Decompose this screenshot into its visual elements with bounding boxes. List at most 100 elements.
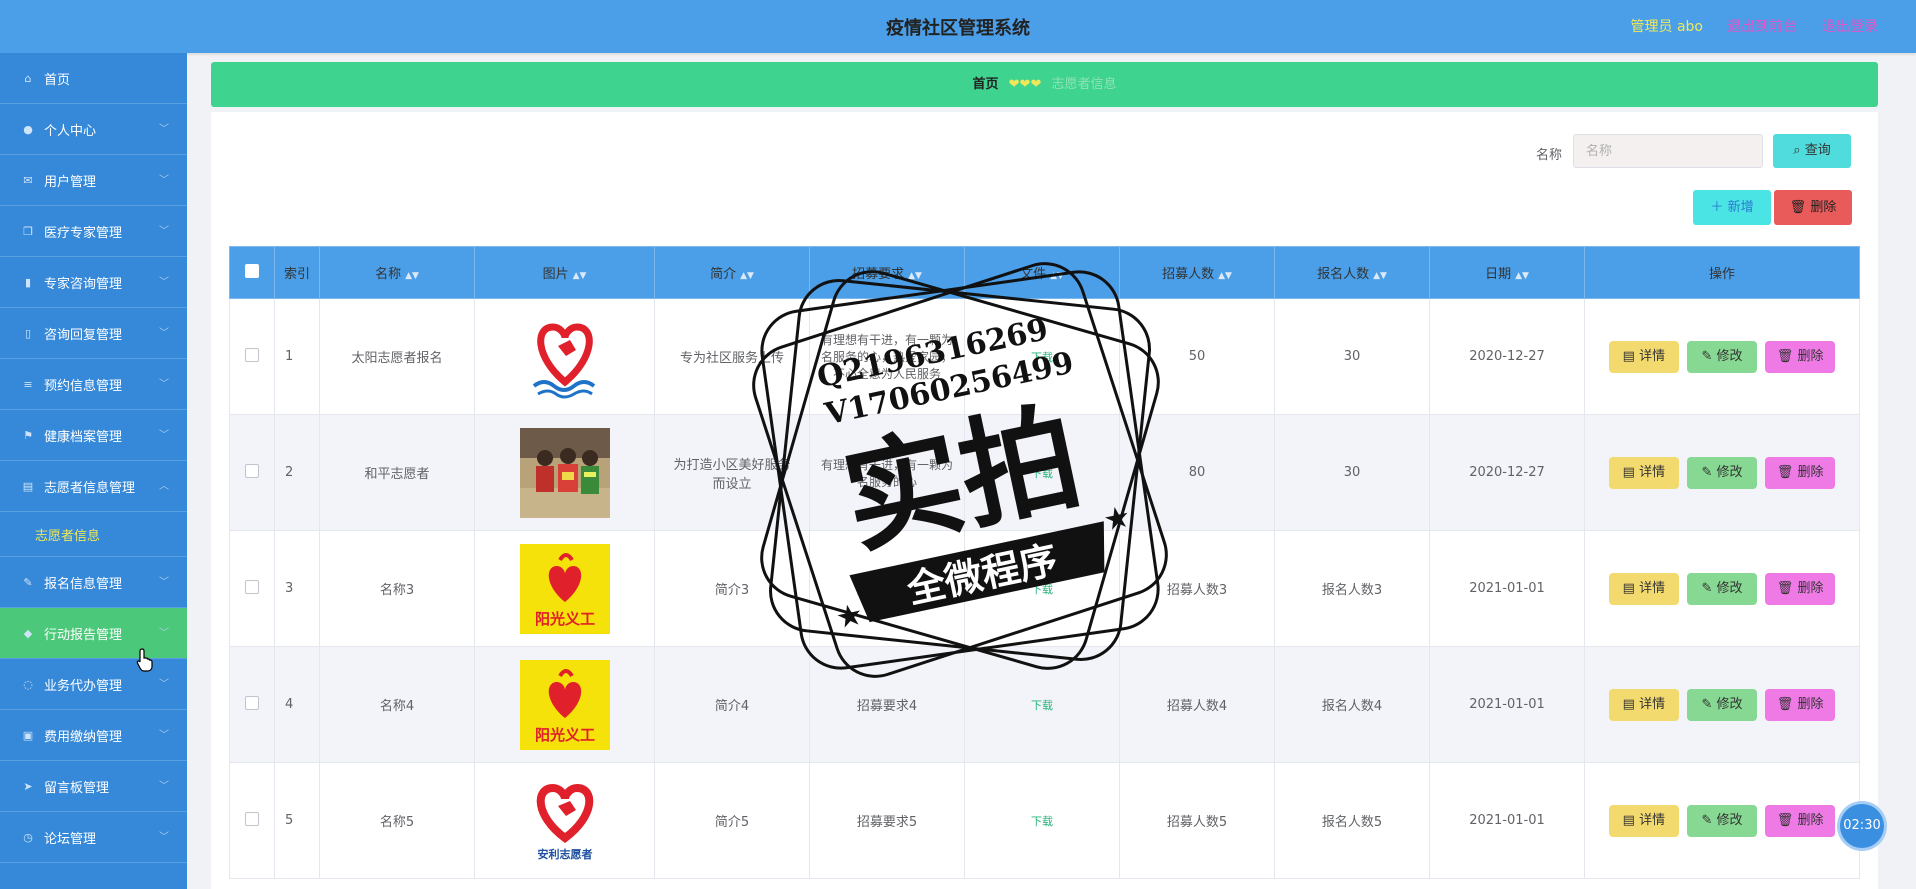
delete-button[interactable]: 🗑 删除 [1765, 688, 1836, 721]
breadcrumb-home[interactable]: 首页 [973, 77, 999, 92]
sort-icon[interactable]: ▲▼ [908, 271, 922, 281]
sidebar-item-label: 留言板管理 [44, 780, 110, 796]
cell-index: 5 [274, 762, 320, 879]
column-header-signup[interactable]: 报名人数 ▲▼ [1274, 246, 1430, 299]
cell-index: 4 [274, 646, 320, 763]
row-checkbox[interactable] [245, 347, 259, 362]
delete-button[interactable]: 🗑 删除 [1765, 804, 1836, 837]
delete-button[interactable]: 🗑 删除 [1765, 572, 1836, 605]
data-table: 索引 名称 ▲▼ 图片 ▲▼ 简介 ▲▼ 招募要求 ▲▼ 文件 ▲▼ 招募人数 ▲▼ 报名人… [229, 246, 1860, 879]
chevron-down-icon: ﹀ [159, 832, 169, 843]
table-row: 4 名称4 阳光义工 简介4 招募要求4 下载 招募人数4 报名人数4 2021… [229, 646, 1860, 763]
edit-button[interactable]: ✎ 修改 [1687, 340, 1757, 373]
delete-button[interactable]: 🗑 删除 [1765, 340, 1836, 373]
edit-button[interactable]: ✎ 修改 [1687, 456, 1757, 489]
edit-icon: ✎ [1701, 348, 1713, 364]
detail-button[interactable]: ▤ 详情 [1608, 688, 1679, 721]
sidebar-item-label: 报名信息管理 [44, 576, 123, 592]
sort-icon[interactable]: ▲▼ [740, 271, 754, 281]
sort-icon[interactable]: ▲▼ [1050, 271, 1064, 281]
column-header-image[interactable]: 图片 ▲▼ [474, 246, 655, 299]
cell-signup: 30 [1274, 414, 1430, 531]
cell-recruit: 50 [1119, 298, 1275, 415]
row-checkbox[interactable] [245, 463, 259, 478]
sidebar-item-volunteer[interactable]: ▤ 志愿者信息管理 ︿ [0, 461, 187, 512]
cell-name: 名称5 [319, 762, 475, 879]
sidebar-item-appointment[interactable]: ≡ 预约信息管理 ﹀ [0, 359, 187, 410]
chevron-up-icon: ︿ [159, 481, 169, 492]
detail-button[interactable]: ▤ 详情 [1608, 572, 1679, 605]
column-header-file[interactable]: 文件 ▲▼ [964, 246, 1120, 299]
sidebar-item-label: 论坛管理 [44, 831, 97, 847]
cell-name: 名称3 [319, 530, 475, 647]
chevron-down-icon: ﹀ [159, 124, 169, 135]
row-checkbox[interactable] [245, 579, 259, 594]
cell-intro: 为打造小区美好服务而设立 [654, 414, 810, 531]
sidebar-item-agency[interactable]: ◌ 业务代办管理 ﹀ [0, 659, 187, 710]
phone-icon: ▯ [24, 326, 32, 340]
cell-intro: 简介4 [654, 646, 810, 763]
select-all-checkbox[interactable] [229, 246, 275, 299]
checkbox[interactable] [245, 263, 259, 278]
sidebar-item-message[interactable]: ➤ 留言板管理 ﹀ [0, 761, 187, 812]
sidebar-item-home[interactable]: ⌂ 首页 [0, 53, 187, 104]
sidebar-item-consult[interactable]: ▮ 专家咨询管理 ﹀ [0, 257, 187, 308]
sliders-icon: ≡ [23, 377, 33, 391]
cell-requirement: 有理想有干进，有一颗为名服务的心 [809, 414, 965, 531]
sidebar-subitem-volunteer-info[interactable]: 志愿者信息 [0, 512, 187, 557]
sidebar-item-profile[interactable]: ● 个人中心 ﹀ [0, 104, 187, 155]
batch-delete-button[interactable]: 🗑 删除 [1774, 190, 1852, 225]
sidebar-item-health[interactable]: ⚑ 健康档案管理 ﹀ [0, 410, 187, 461]
document-icon: ▤ [1622, 812, 1635, 828]
column-header-requirement[interactable]: 招募要求 ▲▼ [809, 246, 965, 299]
chevron-down-icon: ﹀ [159, 430, 169, 441]
chevron-down-icon: ﹀ [159, 730, 169, 741]
download-link[interactable]: 下载 [1031, 583, 1053, 596]
sort-icon[interactable]: ▲▼ [405, 271, 419, 281]
query-button[interactable]: ⌕ 查询 [1773, 134, 1851, 168]
back-to-front-link[interactable]: 退出到前台 [1727, 16, 1797, 36]
cell-recruit: 招募人数5 [1119, 762, 1275, 879]
sort-icon[interactable]: ▲▼ [1373, 271, 1387, 281]
logout-link[interactable]: 退出登录 [1822, 16, 1878, 36]
row-checkbox[interactable] [245, 695, 259, 710]
floating-timer[interactable]: 02:30 [1840, 804, 1884, 848]
add-button[interactable]: ＋ 新增 [1693, 190, 1771, 225]
search-label: 名称 [1536, 148, 1563, 163]
edit-button[interactable]: ✎ 修改 [1687, 688, 1757, 721]
chevron-down-icon: ﹀ [159, 175, 169, 186]
delete-button[interactable]: 🗑 删除 [1765, 456, 1836, 489]
row-checkbox[interactable] [245, 811, 259, 826]
column-header-intro[interactable]: 简介 ▲▼ [654, 246, 810, 299]
detail-button[interactable]: ▤ 详情 [1608, 340, 1679, 373]
detail-button[interactable]: ▤ 详情 [1608, 804, 1679, 837]
detail-button[interactable]: ▤ 详情 [1608, 456, 1679, 489]
sidebar-item-users[interactable]: ✉ 用户管理 ﹀ [0, 155, 187, 206]
sidebar-item-fee[interactable]: ▣ 费用缴纳管理 ﹀ [0, 710, 187, 761]
sidebar-item-signup[interactable]: ✎ 报名信息管理 ﹀ [0, 557, 187, 608]
edit-button[interactable]: ✎ 修改 [1687, 804, 1757, 837]
download-link[interactable]: 下载 [1031, 699, 1053, 712]
sort-icon[interactable]: ▲▼ [573, 271, 587, 281]
search-input[interactable] [1573, 134, 1763, 168]
chevron-down-icon: ﹀ [159, 379, 169, 390]
sidebar-item-reply[interactable]: ▯ 咨询回复管理 ﹀ [0, 308, 187, 359]
column-header-name[interactable]: 名称 ▲▼ [319, 246, 475, 299]
cell-requirement: 招募要求3 [809, 530, 965, 647]
sidebar-item-label: 行动报告管理 [44, 627, 123, 643]
download-link[interactable]: 下载 [1031, 467, 1053, 480]
sort-icon[interactable]: ▲▼ [1218, 271, 1232, 281]
table-row: 3 名称3 阳光义工 简介3 招募要求3 下载 招募人数3 报名人数3 2021… [229, 530, 1860, 647]
chevron-down-icon: ﹀ [159, 328, 169, 339]
edit-icon: ✎ [1701, 464, 1713, 480]
edit-button[interactable]: ✎ 修改 [1687, 572, 1757, 605]
download-link[interactable]: 下载 [1031, 351, 1053, 364]
sort-icon[interactable]: ▲▼ [1515, 271, 1529, 281]
cell-signup: 报名人数4 [1274, 646, 1430, 763]
column-header-date[interactable]: 日期 ▲▼ [1429, 246, 1585, 299]
sidebar-item-forum[interactable]: ◷ 论坛管理 ﹀ [0, 812, 187, 863]
sidebar-item-report[interactable]: ◆ 行动报告管理 ﹀ [0, 608, 187, 659]
download-link[interactable]: 下载 [1031, 815, 1053, 828]
sidebar-item-experts[interactable]: ❐ 医疗专家管理 ﹀ [0, 206, 187, 257]
column-header-recruit[interactable]: 招募人数 ▲▼ [1119, 246, 1275, 299]
